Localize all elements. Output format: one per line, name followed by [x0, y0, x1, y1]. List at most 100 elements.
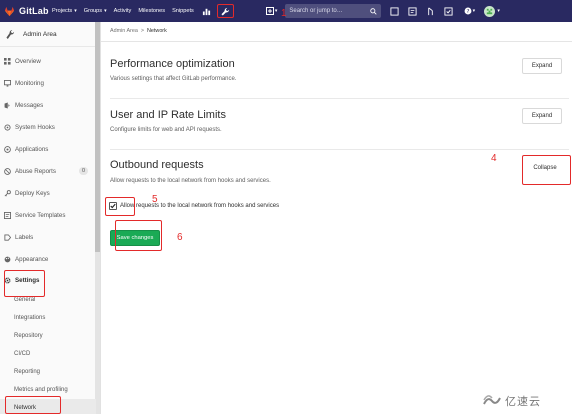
highlight-settings: [4, 270, 45, 297]
sidebar-item-service-templates[interactable]: Service Templates: [0, 206, 96, 224]
section-title-rate-limits: User and IP Rate Limits: [110, 109, 226, 121]
abuse-icon: [3, 167, 11, 175]
check-square-icon: [444, 6, 453, 16]
highlight-network: [5, 396, 61, 414]
highlight-save: [115, 220, 162, 251]
sidebar-item-label: Monitoring: [15, 79, 44, 87]
applications-icon: [3, 145, 11, 153]
section-title-outbound: Outbound requests: [110, 159, 204, 171]
sidebar-item-overview[interactable]: Overview: [0, 52, 96, 70]
gitlab-logo[interactable]: GitLab: [4, 6, 52, 17]
label-icon: [3, 233, 11, 241]
watermark-text: 亿速云: [505, 395, 541, 408]
help-dropdown[interactable]: ? ▾: [462, 7, 476, 16]
svg-text:?: ?: [466, 9, 469, 15]
sidebar-item-label: Abuse Reports: [15, 167, 56, 175]
sidebar-item-label: Overview: [15, 57, 41, 65]
sidebar-item-applications[interactable]: Applications: [0, 140, 96, 158]
sidebar-item-label: Appearance: [15, 255, 49, 263]
expand-performance-button[interactable]: Expand: [522, 58, 562, 74]
breadcrumb-current: Network: [147, 28, 167, 34]
expand-rate-limits-button[interactable]: Expand: [522, 108, 562, 124]
nav-groups[interactable]: Groups ▾: [84, 8, 107, 14]
highlight-checkbox: [105, 197, 135, 216]
nav-activity[interactable]: Activity: [114, 8, 132, 14]
plus-icon: [265, 7, 274, 15]
section-desc-rate-limits: Configure limits for web and API request…: [110, 127, 222, 133]
avatar-icon: [487, 8, 493, 14]
sidebar-item-label: System Hooks: [15, 123, 55, 131]
sidebar-item-labels[interactable]: Labels: [0, 228, 96, 246]
breadcrumb: Admin Area > Network: [110, 28, 167, 34]
issues-icon: [408, 6, 417, 16]
sidebar-title: Admin Area: [23, 30, 57, 38]
sidebar-item-label: Deploy Keys: [15, 189, 50, 197]
sidebar-item-deploy-keys[interactable]: Deploy Keys: [0, 184, 96, 202]
messages-icon: [3, 101, 11, 109]
merge-requests-button[interactable]: [426, 7, 435, 16]
key-icon: [3, 189, 11, 197]
search-placeholder: Search or jump to…: [289, 8, 343, 14]
chevron-down-icon: ▾: [104, 8, 107, 14]
sidebar-header[interactable]: Admin Area: [0, 22, 100, 47]
sidebar-item-appearance[interactable]: Appearance: [0, 250, 96, 268]
merge-request-icon: [428, 7, 434, 15]
issues-button[interactable]: [408, 6, 417, 16]
wrench-icon: [6, 29, 15, 39]
chevron-down-icon[interactable]: ▾: [497, 8, 500, 14]
watermark: 亿速云: [482, 393, 541, 409]
nav-milestones[interactable]: Milestones: [138, 8, 165, 14]
breadcrumb-separator: >: [140, 28, 145, 34]
help-icon: ?: [464, 7, 472, 15]
sidebar-item-system-hooks[interactable]: System Hooks: [0, 118, 96, 136]
wrench-icon: [221, 7, 229, 16]
settings-sub-repository[interactable]: Repository: [0, 327, 96, 344]
chevron-down-icon: ▾: [74, 8, 77, 14]
section-desc-performance: Various settings that affect GitLab perf…: [110, 76, 237, 82]
annotation-6: 6: [177, 232, 183, 243]
settings-sub-integrations[interactable]: Integrations: [0, 309, 96, 326]
settings-sub-reporting[interactable]: Reporting: [0, 363, 96, 380]
square-icon: [390, 6, 399, 16]
sidebar-item-monitoring[interactable]: Monitoring: [0, 74, 96, 92]
sidebar-item-label: Applications: [15, 145, 49, 153]
admin-sidebar: Admin Area Overview Monitoring Messages …: [0, 22, 101, 414]
appearance-icon: [3, 255, 11, 263]
section-title-performance: Performance optimization: [110, 58, 235, 70]
nav-snippets[interactable]: Snippets: [172, 8, 194, 14]
chevron-down-icon: ▾: [274, 8, 278, 14]
avatar[interactable]: [484, 5, 496, 17]
breadcrumb-admin-area[interactable]: Admin Area: [110, 28, 138, 34]
gitlab-fox-icon: [4, 6, 15, 16]
settings-sub-cicd[interactable]: CI/CD: [0, 345, 96, 362]
chart-icon[interactable]: [202, 7, 211, 16]
monitor-icon: [3, 79, 11, 87]
divider: [101, 41, 572, 42]
search-icon: [370, 7, 377, 15]
search-input[interactable]: Search or jump to…: [285, 4, 382, 18]
new-dropdown[interactable]: ▾: [265, 7, 278, 15]
todos-button[interactable]: [390, 6, 399, 16]
sidebar-item-messages[interactable]: Messages: [0, 96, 96, 114]
sidebar-item-label: Labels: [15, 233, 34, 241]
hook-icon: [3, 123, 11, 131]
highlight-collapse: [522, 155, 571, 185]
annotation-1: 1: [281, 8, 287, 19]
sidebar-item-abuse-reports[interactable]: Abuse Reports 0: [0, 162, 96, 180]
annotation-4: 4: [491, 153, 497, 164]
nav-projects[interactable]: Projects ▾: [52, 8, 77, 14]
section-desc-outbound: Allow requests to the local network from…: [110, 178, 271, 184]
chevron-down-icon: ▾: [472, 8, 476, 14]
watermark-logo-icon: [483, 395, 501, 405]
sidebar-item-label: Service Templates: [15, 211, 66, 219]
brand-name: GitLab: [19, 6, 49, 16]
sidebar-item-label: Messages: [15, 101, 44, 109]
divider: [110, 98, 569, 99]
abuse-count-badge: 0: [78, 167, 88, 175]
todo-check-button[interactable]: [444, 6, 453, 16]
allow-local-requests-label[interactable]: Allow requests to the local network from…: [120, 203, 279, 209]
template-icon: [3, 211, 11, 219]
grid-icon: [3, 57, 11, 65]
admin-area-button[interactable]: [216, 4, 234, 18]
divider: [110, 149, 569, 150]
